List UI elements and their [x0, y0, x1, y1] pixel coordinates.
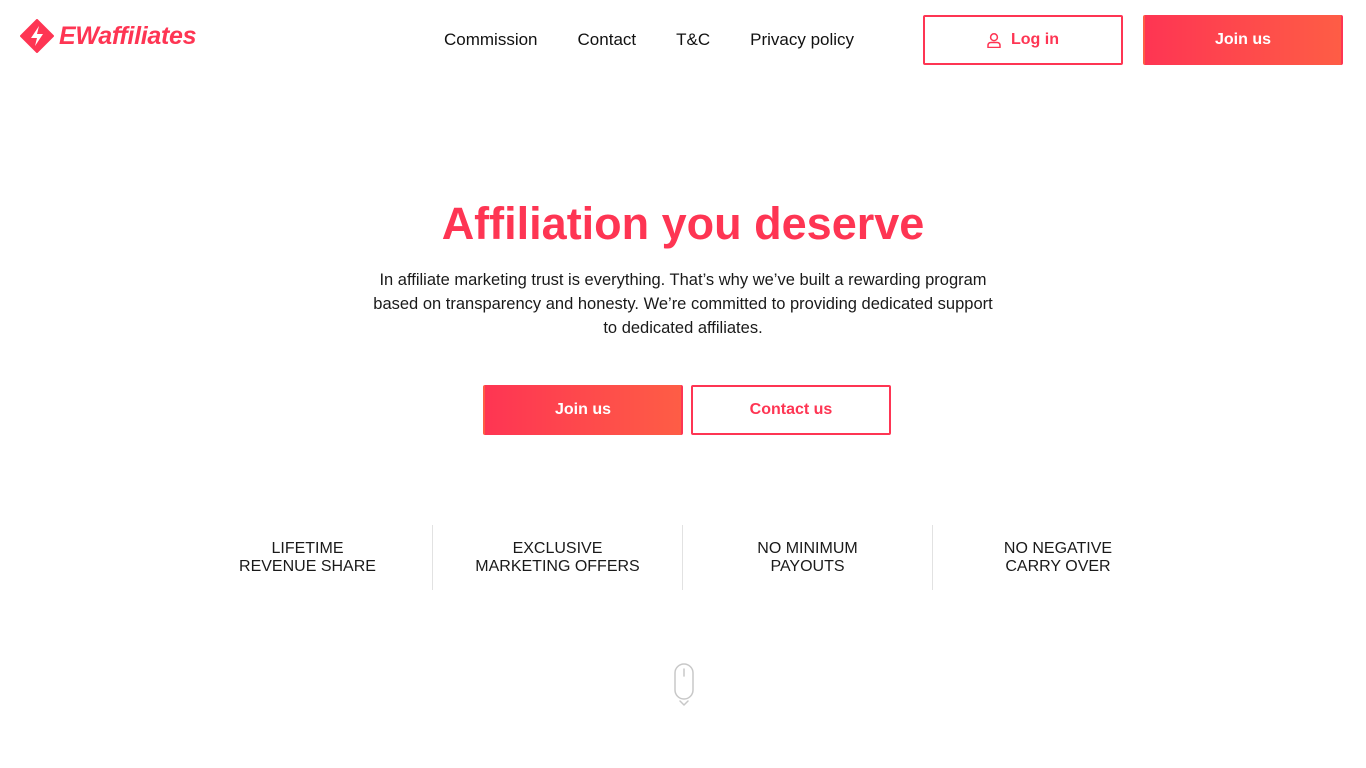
nav-link-commission[interactable]: Commission	[444, 28, 538, 52]
feature-list: LIFETIME REVENUE SHARE EXCLUSIVE MARKETI…	[183, 525, 1183, 590]
feature-text: EXCLUSIVE MARKETING OFFERS	[475, 540, 640, 575]
header-join-button-label: Join us	[1214, 31, 1271, 48]
hero-description: In affiliate marketing trust is everythi…	[373, 271, 993, 337]
brand-logo[interactable]: EWaffiliates	[20, 19, 197, 53]
nav-link-privacy-policy[interactable]: Privacy policy	[750, 28, 854, 52]
feature-text: NO MINIMUM PAYOUTS	[757, 540, 858, 575]
feature-item-no-negative-carry-over: NO NEGATIVE CARRY OVER	[933, 525, 1183, 590]
hero-title: Affiliation you deserve	[441, 198, 925, 249]
login-button-label: Log in	[1011, 31, 1059, 48]
feature-item-no-minimum-payouts: NO MINIMUM PAYOUTS	[683, 525, 933, 590]
main-nav: Commission Contact T&C Privacy policy	[444, 28, 894, 52]
login-button[interactable]: Log in	[923, 15, 1123, 65]
hero-join-button[interactable]: Join us	[483, 385, 683, 435]
lightning-diamond-icon	[20, 19, 54, 53]
user-icon	[987, 32, 1001, 48]
feature-item-lifetime-revenue-share: LIFETIME REVENUE SHARE	[183, 525, 433, 590]
feature-text: NO NEGATIVE CARRY OVER	[1003, 540, 1113, 575]
brand-name: EWaffiliates	[59, 21, 197, 50]
header-join-button[interactable]: Join us	[1143, 15, 1343, 65]
hero-contact-button[interactable]: Contact us	[691, 385, 891, 435]
nav-link-contact[interactable]: Contact	[578, 28, 637, 52]
feature-item-exclusive-offers: EXCLUSIVE MARKETING OFFERS	[433, 525, 683, 590]
nav-link-terms[interactable]: T&C	[676, 28, 710, 52]
feature-text: LIFETIME REVENUE SHARE	[239, 540, 376, 575]
site-header: EWaffiliates Commission Contact T&C Priv…	[0, 0, 1366, 80]
hero-contact-button-label: Contact us	[749, 401, 833, 418]
mouse-scroll-icon[interactable]	[673, 663, 695, 709]
hero-join-button-label: Join us	[554, 401, 611, 418]
